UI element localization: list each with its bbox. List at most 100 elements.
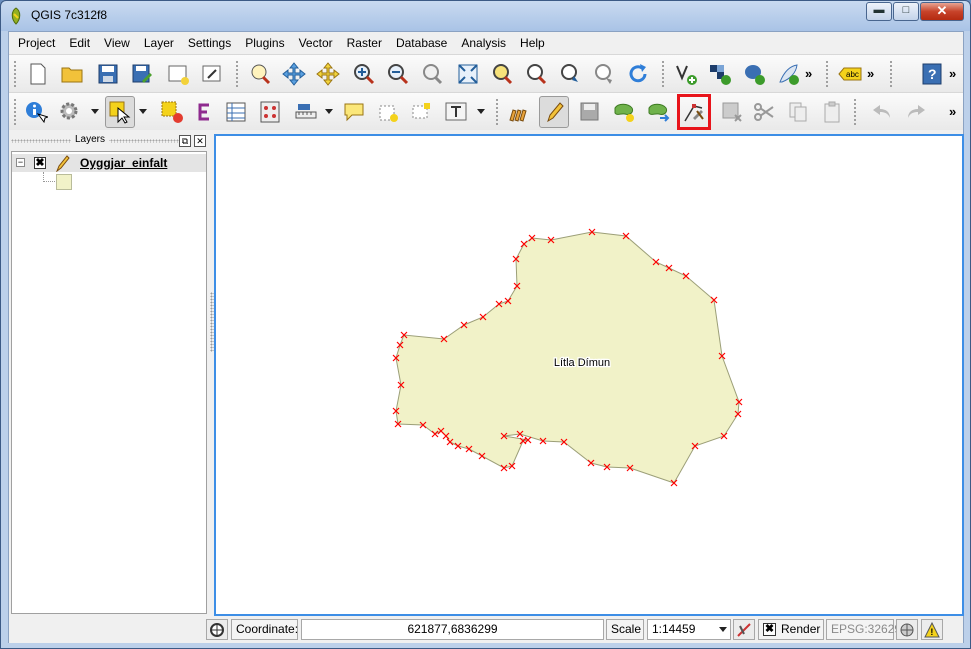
- messages-button[interactable]: !: [921, 619, 943, 640]
- field-calculator-button[interactable]: [255, 96, 285, 128]
- menu-analysis[interactable]: Analysis: [454, 36, 513, 50]
- toggle-editing-button[interactable]: [539, 96, 569, 128]
- maximize-button[interactable]: □: [893, 2, 919, 21]
- close-panel-button[interactable]: ✕: [194, 135, 206, 147]
- zoom-actual-size-button[interactable]: [417, 58, 447, 90]
- layer-visibility-checkbox[interactable]: ✖: [34, 157, 46, 169]
- move-feature-button[interactable]: [643, 96, 673, 128]
- pan-map-button[interactable]: [279, 58, 309, 90]
- menu-layer[interactable]: Layer: [137, 36, 181, 50]
- new-shapefile-layer-button[interactable]: [671, 58, 701, 90]
- measure-dropdown-arrow[interactable]: [325, 109, 333, 114]
- select-dropdown-arrow[interactable]: [139, 109, 147, 114]
- measure-line-button[interactable]: [291, 96, 321, 128]
- identify-info-icon: [26, 102, 48, 124]
- rotation-lock-button[interactable]: [733, 619, 755, 640]
- pan-to-feature-button[interactable]: [313, 58, 343, 90]
- render-toggle[interactable]: ✖ Render: [758, 619, 824, 640]
- toolbar-overflow-button[interactable]: »: [949, 66, 956, 81]
- toolbar-grip[interactable]: [825, 60, 829, 88]
- save-layer-edits-button[interactable]: [575, 96, 605, 128]
- toolbar-overflow-button[interactable]: »: [805, 66, 812, 81]
- collapse-toggle[interactable]: −: [16, 158, 25, 167]
- new-bookmark-button[interactable]: [373, 96, 403, 128]
- select-by-expression-button[interactable]: [189, 96, 219, 128]
- render-checkbox[interactable]: ✖: [763, 623, 776, 636]
- add-feature-button[interactable]: [609, 96, 639, 128]
- toolbar-overflow-button[interactable]: »: [949, 104, 956, 119]
- deselect-all-button[interactable]: [157, 96, 187, 128]
- title-bar[interactable]: QGIS 7c312f8 ▬ □ ✕: [1, 1, 970, 31]
- new-project-button[interactable]: [23, 58, 53, 90]
- help-button[interactable]: ?: [917, 58, 947, 90]
- crs-status[interactable]: EPSG:32629: [826, 619, 901, 640]
- annotation-dropdown-arrow[interactable]: [477, 109, 485, 114]
- node-tool-button[interactable]: [677, 94, 711, 130]
- undo-button[interactable]: [867, 96, 897, 128]
- close-button[interactable]: ✕: [920, 2, 964, 21]
- toolbar-grip[interactable]: [661, 60, 665, 88]
- layer-tree[interactable]: − ✖ Oyggjar_einfalt: [11, 151, 207, 614]
- menu-settings[interactable]: Settings: [181, 36, 238, 50]
- open-attribute-table-button[interactable]: [221, 96, 251, 128]
- zoom-to-layer-button[interactable]: [521, 58, 551, 90]
- paste-features-button[interactable]: [817, 96, 847, 128]
- add-postgis-layer-button[interactable]: [739, 58, 769, 90]
- zoom-full-button[interactable]: [453, 58, 483, 90]
- zoom-out-button[interactable]: [383, 58, 413, 90]
- save-project-button[interactable]: [93, 58, 123, 90]
- projection-button[interactable]: [896, 619, 918, 640]
- menu-plugins[interactable]: Plugins: [238, 36, 291, 50]
- toolbar-grip[interactable]: [13, 98, 17, 126]
- copy-features-button[interactable]: [783, 96, 813, 128]
- layer-row[interactable]: − ✖ Oyggjar_einfalt: [12, 154, 206, 172]
- float-panel-button[interactable]: ⧉: [179, 135, 191, 147]
- menu-edit[interactable]: Edit: [62, 36, 97, 50]
- new-spatialite-layer-button[interactable]: [705, 58, 735, 90]
- menu-raster[interactable]: Raster: [340, 36, 389, 50]
- refresh-button[interactable]: [623, 58, 653, 90]
- map-tips-button[interactable]: [339, 96, 369, 128]
- composer-manager-button[interactable]: [197, 58, 227, 90]
- zoom-last-button[interactable]: [555, 58, 585, 90]
- pan-to-selection-button[interactable]: [245, 58, 275, 90]
- cut-features-button[interactable]: [749, 96, 779, 128]
- save-as-button[interactable]: [127, 58, 157, 90]
- map-canvas[interactable]: Lítla Dímun: [214, 134, 964, 616]
- select-features-button[interactable]: [105, 96, 135, 128]
- scale-dropdown-arrow[interactable]: [719, 627, 727, 632]
- redo-button[interactable]: [901, 96, 931, 128]
- toolbar-grip[interactable]: [495, 98, 499, 126]
- add-wfs-layer-button[interactable]: [773, 58, 803, 90]
- new-print-composer-button[interactable]: [163, 58, 193, 90]
- toolbar-grip[interactable]: [13, 60, 17, 88]
- current-edits-button[interactable]: [503, 96, 533, 128]
- menu-help[interactable]: Help: [513, 36, 552, 50]
- coordinate-toggle-button[interactable]: [206, 619, 228, 640]
- zoom-to-selection-button[interactable]: [487, 58, 517, 90]
- coordinate-field[interactable]: 621877,6836299: [301, 619, 604, 640]
- toolbar-overflow-button[interactable]: »: [867, 66, 874, 81]
- label-tool-button[interactable]: abc: [835, 58, 865, 90]
- toolbar-grip[interactable]: [853, 98, 857, 126]
- show-bookmarks-button[interactable]: [407, 96, 437, 128]
- action-dropdown-arrow[interactable]: [91, 109, 99, 114]
- zoom-next-button[interactable]: [589, 58, 619, 90]
- menu-vector[interactable]: Vector: [292, 36, 340, 50]
- delete-selected-button[interactable]: [717, 96, 747, 128]
- minimize-button[interactable]: ▬: [866, 2, 892, 21]
- toolbar-grip[interactable]: [235, 60, 239, 88]
- scale-combobox[interactable]: 1:14459: [647, 619, 731, 640]
- menu-database[interactable]: Database: [389, 36, 454, 50]
- zoom-in-button[interactable]: [349, 58, 379, 90]
- menu-view[interactable]: View: [97, 36, 137, 50]
- toolbar-grip[interactable]: [889, 60, 893, 88]
- editing-pencil-icon: [56, 155, 70, 172]
- layer-name[interactable]: Oyggjar_einfalt: [80, 156, 167, 170]
- text-annotation-button[interactable]: [441, 96, 471, 128]
- menu-project[interactable]: Project: [11, 36, 62, 50]
- run-feature-action-button[interactable]: [55, 96, 85, 128]
- layers-panel-titlebar[interactable]: Layers ⧉ ✕: [11, 134, 207, 148]
- open-project-button[interactable]: [57, 58, 87, 90]
- identify-features-button[interactable]: [21, 96, 51, 128]
